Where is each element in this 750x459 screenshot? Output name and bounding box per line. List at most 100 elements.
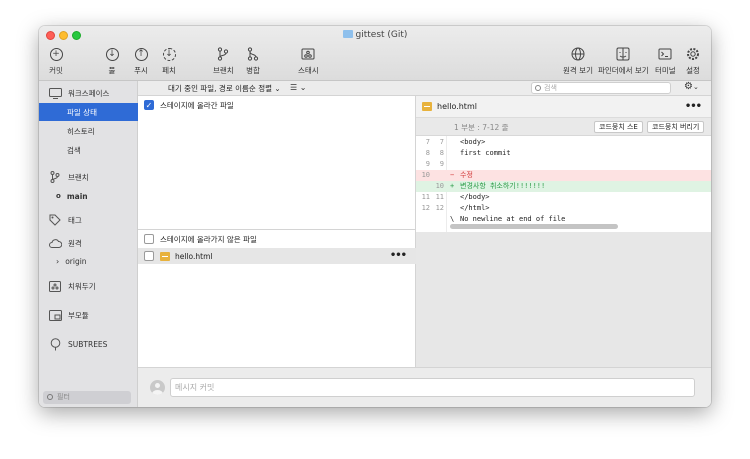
diff-sign: +	[450, 182, 455, 190]
options-dropdown[interactable]: ⚙⌄	[684, 81, 699, 92]
more-options-icon[interactable]: •••	[390, 250, 407, 261]
new-line-number: 9	[439, 160, 444, 168]
sort-label: 대기 중인 파일, 경로 이름순 정렬	[168, 84, 273, 93]
search-icon	[535, 85, 541, 91]
sidebar-item-branches[interactable]: 브랜치	[39, 168, 138, 186]
diff-line[interactable]: 12 12 </html>	[416, 203, 711, 214]
pull-button[interactable]: ↓ 풀	[104, 46, 120, 76]
horizontal-scrollbar[interactable]	[450, 224, 618, 229]
sidebar-item-label: 파일 상태	[67, 107, 97, 117]
sort-dropdown[interactable]: 대기 중인 파일, 경로 이름순 정렬 ⌄	[168, 83, 281, 94]
diff-line[interactable]: 7 7 <body>	[416, 137, 711, 148]
push-button[interactable]: ↑ 푸시	[133, 46, 149, 76]
sidebar: 워크스페이스 파일 상태 히스토리 검색 브랜치 o main 태그 원격 ›	[39, 81, 138, 407]
new-line-number: 11	[435, 193, 444, 201]
stash-icon	[48, 280, 62, 292]
chevron-down-icon: ⌄	[274, 84, 281, 93]
file-checkbox[interactable]	[144, 251, 154, 261]
settings-button[interactable]: 설정	[685, 46, 701, 76]
sidebar-item-label: 태그	[68, 215, 82, 225]
tag-icon	[48, 214, 62, 226]
stash-label: 스태시	[298, 66, 319, 75]
hunk-bar: 1 부분 : 7-12 줄 코드뭉치 스E 코드뭉치 버리기	[416, 118, 711, 136]
commit-area: 메시지 커밋	[138, 367, 711, 407]
diff-line-text: 수정	[460, 171, 473, 179]
staged-header-label: 스테이지에 올라간 파일	[160, 100, 234, 110]
toolbar: gittest (Git) + 커밋 ↓ 풀 ↑ 푸시 ↓ 페치 브랜치 병합 …	[39, 26, 711, 81]
search-icon	[47, 394, 53, 400]
fetch-button[interactable]: ↓ 페치	[161, 46, 177, 76]
monitor-icon	[48, 87, 62, 99]
diff-line[interactable]: 8 8 first commit	[416, 148, 711, 159]
file-name: hello.html	[175, 251, 213, 261]
list-view-dropdown[interactable]: ☰ ⌄	[290, 83, 306, 92]
sidebar-item-tags[interactable]: 태그	[39, 211, 138, 229]
staged-all-checkbox[interactable]: ✓	[144, 100, 154, 110]
old-line-number: 12	[421, 204, 430, 212]
plus-icon: +	[49, 47, 63, 61]
sidebar-item-search[interactable]: 검색	[39, 141, 138, 159]
sidebar-item-origin[interactable]: › origin	[39, 252, 138, 270]
remote-view-button[interactable]: 원격 보기	[563, 46, 593, 76]
diff-line[interactable]: 10 − 수정	[416, 170, 711, 181]
finder-view-button[interactable]: 파인더에서 보기	[598, 46, 649, 76]
unstaged-header: 스테이지에 올라가지 않은 파일	[138, 231, 416, 247]
pull-label: 풀	[108, 66, 116, 75]
chevron-right-icon[interactable]: ›	[56, 257, 59, 266]
sidebar-item-main-branch[interactable]: o main	[39, 187, 138, 205]
stash-button[interactable]: 스태시	[298, 46, 319, 76]
file-search-input[interactable]: 검색	[531, 82, 671, 94]
diff-line[interactable]: 99	[416, 159, 711, 170]
commit-button[interactable]: + 커밋	[48, 46, 64, 76]
chevron-down-icon: ⌄	[299, 83, 307, 92]
cloud-icon	[48, 237, 62, 249]
unstaged-files-panel: 스테이지에 올라가지 않은 파일 hello.html •••	[138, 229, 416, 367]
file-row[interactable]: hello.html •••	[138, 248, 416, 264]
terminal-button[interactable]: 터미널	[655, 46, 676, 76]
sidebar-item-stashes[interactable]: 치워두기	[39, 277, 138, 295]
terminal-label: 터미널	[655, 66, 676, 75]
fetch-label: 페치	[162, 66, 176, 75]
modified-file-icon	[422, 102, 432, 111]
sidebar-item-label: main	[66, 191, 88, 201]
modified-file-icon	[160, 251, 170, 261]
sidebar-item-history[interactable]: 히스토리	[39, 122, 138, 140]
stage-hunk-button[interactable]: 코드뭉치 스E	[594, 121, 643, 133]
sidebar-item-remotes[interactable]: 원격	[39, 234, 138, 252]
sidebar-item-label: origin	[65, 256, 87, 266]
settings-label: 설정	[686, 66, 700, 75]
finder-view-label: 파인더에서 보기	[598, 66, 649, 75]
sidebar-item-file-status[interactable]: 파일 상태	[39, 103, 138, 121]
chevron-down-icon: ⌄	[692, 83, 699, 91]
sidebar-item-submodules[interactable]: 부모듈	[39, 306, 138, 324]
branch-icon	[215, 46, 231, 62]
more-options-icon[interactable]: •••	[685, 101, 702, 112]
gear-icon	[685, 46, 701, 62]
arrow-down-icon: ↓	[105, 47, 119, 61]
merge-button[interactable]: 병합	[245, 46, 261, 76]
filter-placeholder: 필터	[57, 393, 70, 401]
commit-message-input[interactable]: 메시지 커밋	[170, 378, 695, 397]
submodule-icon	[48, 309, 62, 321]
finder-icon	[615, 46, 631, 62]
diff-panel: hello.html ••• 1 부분 : 7-12 줄 코드뭉치 스E 코드뭉…	[416, 96, 711, 367]
unstaged-all-checkbox[interactable]	[144, 234, 154, 244]
app-window: gittest (Git) + 커밋 ↓ 풀 ↑ 푸시 ↓ 페치 브랜치 병합 …	[39, 26, 711, 407]
sidebar-item-label: 브랜치	[68, 172, 89, 182]
diff-line[interactable]: 11 11 </body>	[416, 192, 711, 203]
window-title: gittest (Git)	[39, 30, 711, 40]
old-line-number: 11	[421, 193, 430, 201]
commit-placeholder: 메시지 커밋	[175, 383, 215, 392]
sidebar-item-workspace[interactable]: 워크스페이스	[39, 84, 138, 102]
sidebar-item-label: 치워두기	[68, 281, 96, 291]
discard-hunk-button[interactable]: 코드뭉치 버리기	[647, 121, 705, 133]
branch-button[interactable]: 브랜치	[213, 46, 234, 76]
avatar	[150, 380, 165, 395]
diff-line[interactable]: 10 + 변경사항 취소하기!!!!!!!	[416, 181, 711, 192]
search-placeholder: 검색	[544, 84, 557, 92]
old-line-number: 10	[421, 171, 430, 179]
remote-view-label: 원격 보기	[563, 66, 593, 75]
sidebar-item-subtrees[interactable]: SUBTREES	[39, 335, 138, 353]
merge-icon	[245, 46, 261, 62]
sidebar-filter-input[interactable]: 필터	[43, 391, 131, 404]
